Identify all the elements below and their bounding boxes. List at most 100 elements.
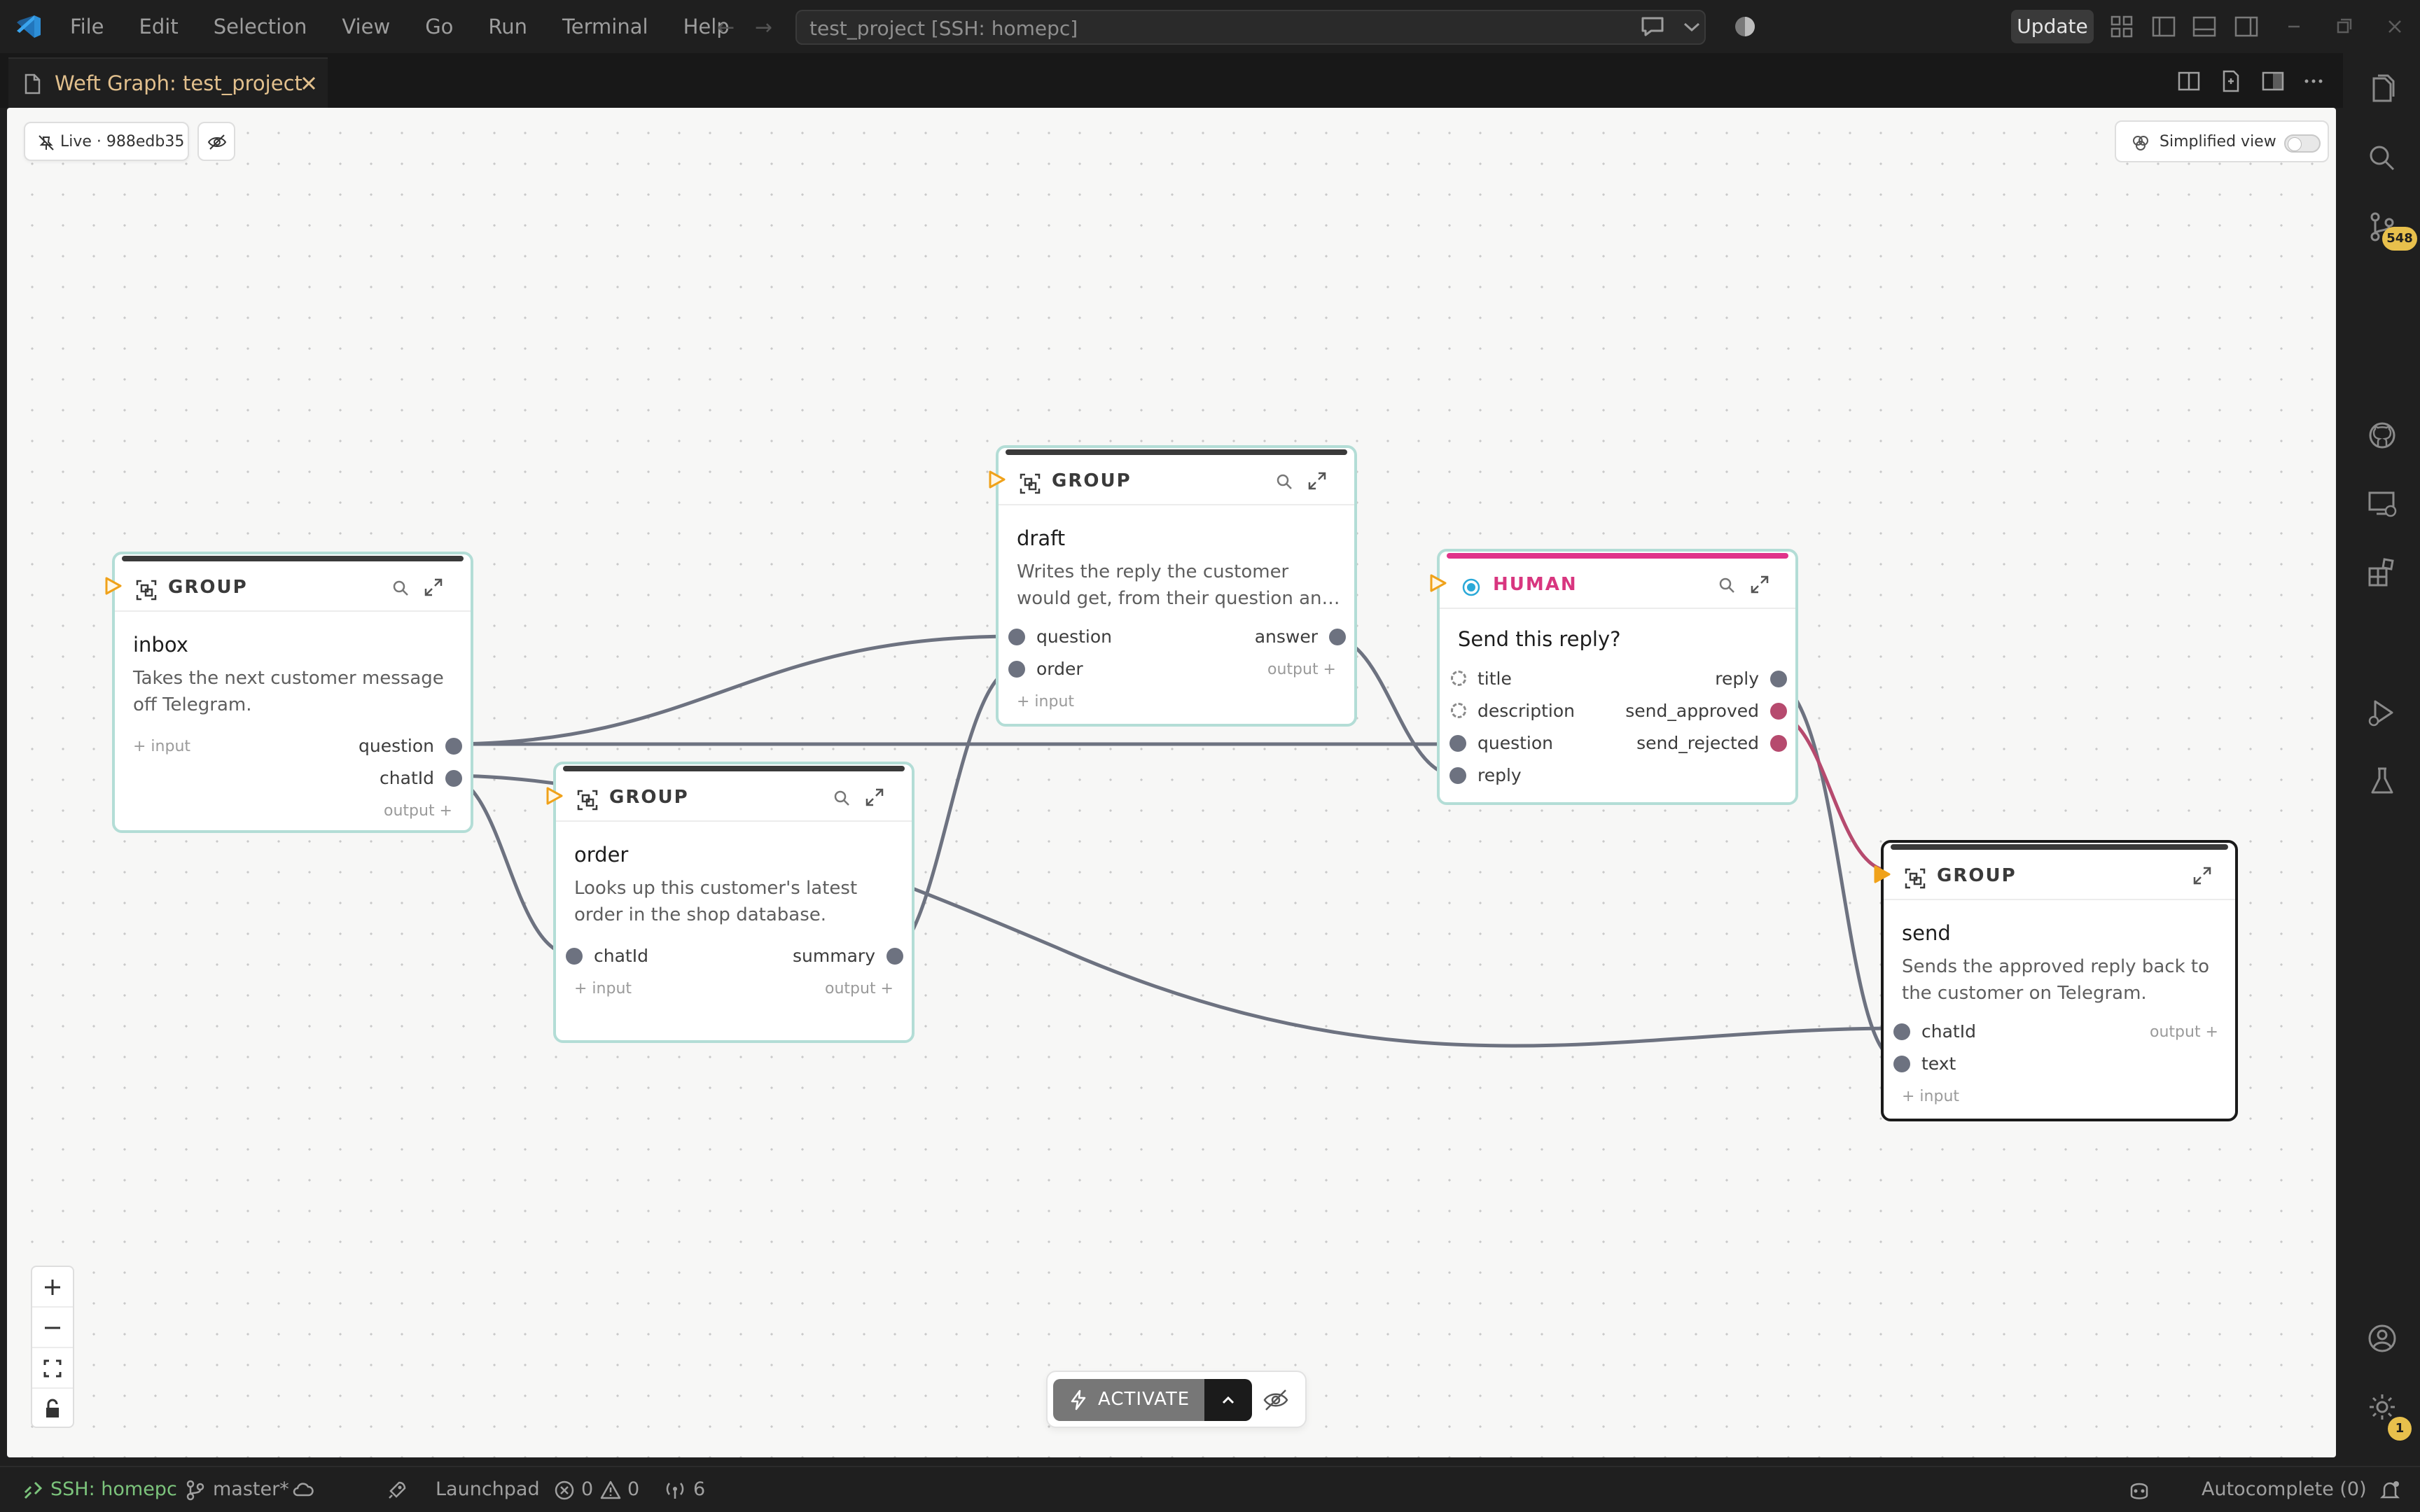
live-status-chip[interactable]: Live · 988edb35 — [24, 122, 189, 161]
search-icon[interactable] — [832, 788, 851, 808]
expand-icon[interactable] — [1749, 574, 1770, 595]
node-type-label: GROUP — [609, 787, 689, 808]
testing-icon[interactable] — [2364, 763, 2400, 799]
menu-view[interactable]: View — [342, 14, 390, 39]
menu-terminal[interactable]: Terminal — [562, 14, 648, 39]
fit-view-button[interactable] — [32, 1348, 73, 1389]
remote-status[interactable]: SSH: homepc — [50, 1478, 177, 1500]
restore-icon[interactable] — [2329, 11, 2360, 42]
expand-icon[interactable] — [1307, 470, 1328, 491]
menu-file[interactable]: File — [70, 14, 104, 39]
port-handle-send-approved[interactable] — [1770, 703, 1787, 720]
tab-weft-graph[interactable]: Weft Graph: test_project — [8, 57, 328, 108]
port-handle-question[interactable] — [445, 738, 462, 755]
chevron-down-icon[interactable] — [1676, 11, 1707, 42]
customize-layout-icon[interactable] — [2106, 11, 2137, 42]
add-input-link[interactable]: + input — [1017, 693, 1074, 710]
menu-edit[interactable]: Edit — [139, 14, 179, 39]
simplified-view-toggle[interactable] — [2284, 134, 2321, 153]
update-button[interactable]: Update — [2011, 10, 2094, 43]
warning-count[interactable]: 0 — [627, 1478, 639, 1500]
ports-count[interactable]: 6 — [693, 1478, 705, 1500]
port-handle-text[interactable] — [1893, 1056, 1910, 1072]
hide-toggle-button[interactable] — [197, 122, 235, 161]
menu-go[interactable]: Go — [425, 14, 453, 39]
copilot-icon[interactable] — [1730, 11, 1760, 42]
port-handle-order[interactable] — [1008, 661, 1025, 678]
zoom-out-button[interactable] — [32, 1308, 73, 1348]
extensions-icon[interactable] — [2364, 554, 2400, 591]
close-icon[interactable] — [297, 71, 321, 95]
copilot-status-icon[interactable] — [2126, 1478, 2153, 1502]
expand-icon[interactable] — [2192, 865, 2213, 886]
port-handle-reply-out[interactable] — [1770, 671, 1787, 687]
activate-button[interactable]: ACTIVATE — [1053, 1379, 1204, 1421]
remote-explorer-icon[interactable] — [2364, 486, 2400, 522]
port-handle-question[interactable] — [1449, 735, 1466, 752]
expand-icon[interactable] — [864, 787, 885, 808]
search-icon[interactable] — [391, 578, 410, 598]
close-window-icon[interactable] — [2379, 11, 2410, 42]
graph-canvas[interactable]: Live · 988edb35 Simplified view GROUP in… — [7, 108, 2336, 1457]
node-send[interactable]: GROUP send Sends the approved reply back… — [1874, 840, 2238, 1121]
run-debug-icon[interactable] — [2364, 694, 2400, 731]
port-handle-answer[interactable] — [1329, 629, 1346, 645]
branch-status[interactable]: master* — [213, 1478, 289, 1500]
split-right-icon[interactable] — [2259, 67, 2287, 95]
menu-run[interactable]: Run — [488, 14, 527, 39]
forward-arrow-icon[interactable]: → — [755, 15, 772, 40]
node-draft[interactable]: GROUP draft Writes the reply the custome… — [989, 445, 1357, 727]
zoom-in-button[interactable] — [32, 1267, 73, 1308]
port-handle-title[interactable] — [1451, 671, 1466, 686]
chat-icon[interactable] — [1637, 11, 1668, 42]
github-icon[interactable] — [2364, 417, 2400, 454]
error-icon — [555, 1480, 574, 1500]
command-center[interactable]: test_project [SSH: homepc] — [795, 10, 1706, 45]
toggle-secondary-sidebar-icon[interactable] — [2231, 11, 2262, 42]
search-icon[interactable] — [2364, 140, 2400, 176]
node-top-bar — [1891, 844, 2228, 850]
account-icon[interactable] — [2364, 1320, 2400, 1357]
node-human-review[interactable]: HUMAN Send this reply? title reply descr… — [1430, 549, 1798, 805]
back-arrow-icon[interactable]: ← — [717, 15, 735, 40]
add-output-link[interactable]: output + — [2150, 1023, 2218, 1041]
add-input-link[interactable]: + input — [133, 738, 190, 755]
open-changes-icon[interactable] — [2217, 67, 2245, 95]
port-handle-send-rejected[interactable] — [1770, 735, 1787, 752]
port-handle-question[interactable] — [1008, 629, 1025, 645]
group-icon — [1905, 868, 1926, 889]
toggle-panel-icon[interactable] — [2189, 11, 2220, 42]
more-actions-icon[interactable] — [2300, 67, 2328, 95]
menu-selection[interactable]: Selection — [214, 14, 307, 39]
simplified-view-control[interactable]: Simplified view — [2115, 120, 2329, 162]
port-handle-chatid[interactable] — [566, 948, 583, 965]
search-icon[interactable] — [1274, 472, 1294, 491]
explorer-icon[interactable] — [2364, 71, 2400, 108]
add-output-link[interactable]: output + — [825, 980, 893, 997]
output-port-question: question — [358, 736, 434, 756]
add-input-link[interactable]: + input — [574, 980, 632, 997]
port-handle-reply-in[interactable] — [1449, 767, 1466, 784]
lock-button[interactable] — [32, 1389, 73, 1429]
eye-off-icon[interactable] — [1260, 1385, 1291, 1415]
sync-cloud-icon[interactable] — [291, 1478, 315, 1502]
autocomplete-status[interactable]: Autocomplete (0) — [2202, 1478, 2367, 1500]
activate-options-button[interactable] — [1204, 1379, 1252, 1421]
port-handle-chatid[interactable] — [445, 770, 462, 787]
node-order[interactable]: GROUP order Looks up this customer's lat… — [546, 762, 915, 1043]
add-output-link[interactable]: output + — [384, 802, 452, 820]
expand-icon[interactable] — [423, 577, 444, 598]
search-icon[interactable] — [1717, 575, 1737, 595]
split-editor-icon[interactable] — [2175, 67, 2203, 95]
port-handle-chatid[interactable] — [1893, 1023, 1910, 1040]
minimize-icon[interactable] — [2279, 11, 2309, 42]
node-inbox[interactable]: GROUP inbox Takes the next customer mess… — [105, 552, 473, 833]
launchpad-status[interactable]: Launchpad — [436, 1478, 540, 1500]
add-input-link[interactable]: + input — [1902, 1088, 1959, 1105]
port-handle-description[interactable] — [1451, 703, 1466, 718]
add-output-link[interactable]: output + — [1267, 661, 1336, 678]
port-handle-summary[interactable] — [886, 948, 903, 965]
error-count[interactable]: 0 — [581, 1478, 593, 1500]
notifications-bell-icon[interactable] — [2378, 1478, 2402, 1502]
toggle-primary-sidebar-icon[interactable] — [2148, 11, 2179, 42]
